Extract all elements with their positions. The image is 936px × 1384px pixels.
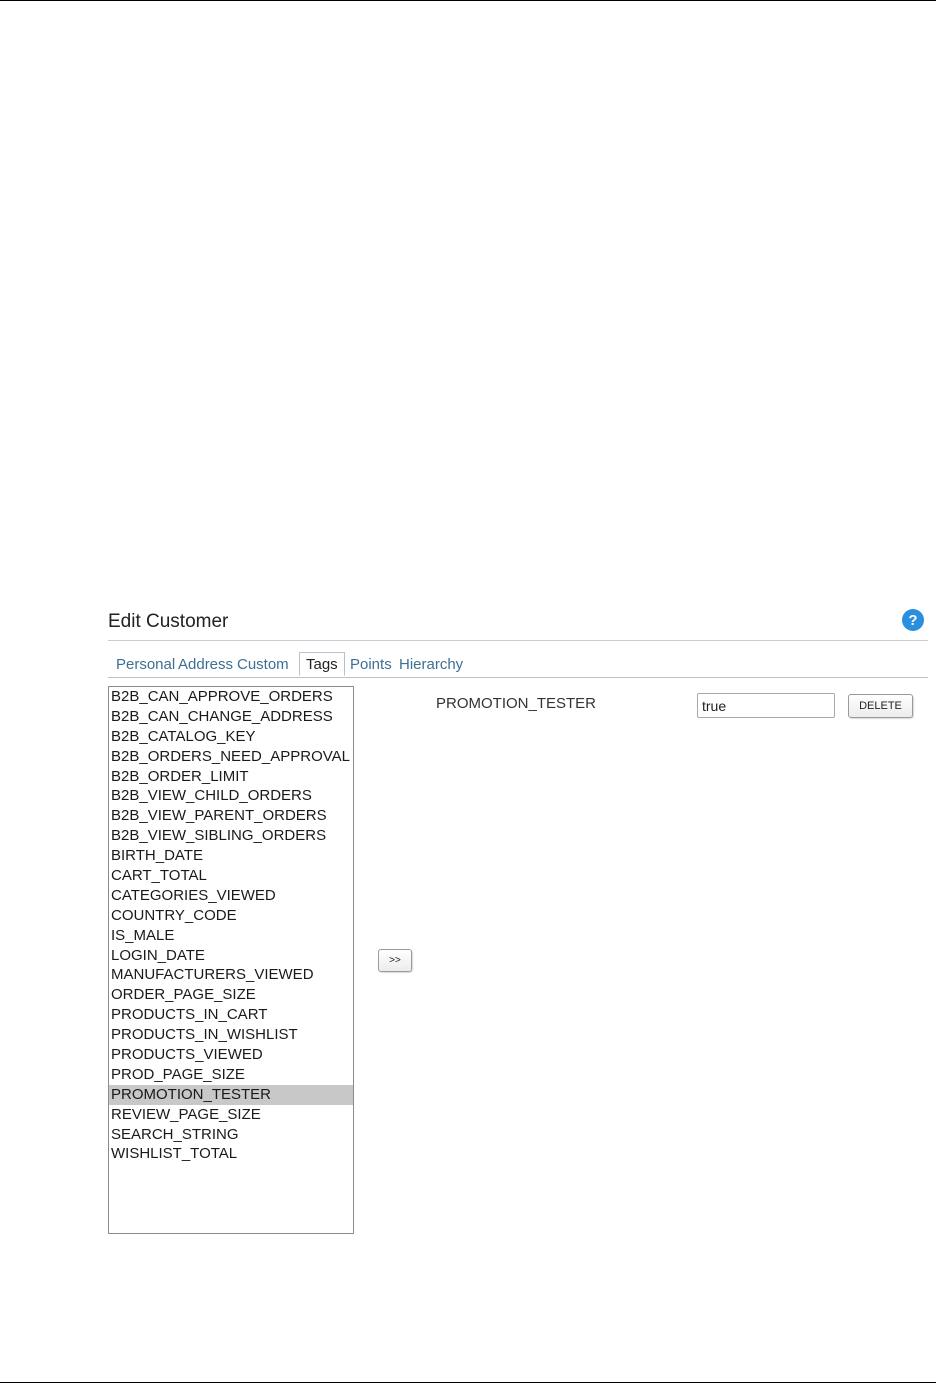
tab-tags[interactable]: Tags xyxy=(299,652,345,676)
tag-list-item[interactable]: PRODUCTS_IN_CART xyxy=(109,1005,353,1025)
tag-list-item[interactable]: B2B_ORDER_LIMIT xyxy=(109,767,353,787)
tag-list-item[interactable]: CATEGORIES_VIEWED xyxy=(109,886,353,906)
tag-list-item[interactable]: WISHLIST_TOTAL xyxy=(109,1144,353,1164)
tag-list-item[interactable]: PROMOTION_TESTER xyxy=(109,1084,353,1105)
tag-list-item[interactable]: B2B_CAN_CHANGE_ADDRESS xyxy=(109,707,353,727)
tab-hierarchy[interactable]: Hierarchy xyxy=(399,656,463,673)
tab-personal[interactable]: Personal xyxy=(116,656,175,673)
tab-bar: Personal Address Custom Tags Points Hier… xyxy=(108,652,928,678)
tag-list-item[interactable]: PROD_PAGE_SIZE xyxy=(109,1065,353,1085)
title-divider xyxy=(108,640,928,641)
page-title: Edit Customer xyxy=(108,611,229,632)
add-tag-button[interactable]: >> xyxy=(378,949,412,972)
tag-list-item[interactable]: CART_TOTAL xyxy=(109,866,353,886)
tag-list-item[interactable]: MANUFACTURERS_VIEWED xyxy=(109,965,353,985)
tag-list-item[interactable]: REVIEW_PAGE_SIZE xyxy=(109,1105,353,1125)
tab-address[interactable]: Address xyxy=(178,656,233,673)
tag-list-item[interactable]: B2B_VIEW_PARENT_ORDERS xyxy=(109,806,353,826)
page-top-rule xyxy=(0,0,936,1)
tag-list-item[interactable]: B2B_VIEW_CHILD_ORDERS xyxy=(109,786,353,806)
tag-list-item[interactable]: B2B_ORDERS_NEED_APPROVAL xyxy=(109,747,353,767)
tab-custom[interactable]: Custom xyxy=(237,656,289,673)
help-icon[interactable]: ? xyxy=(902,609,924,631)
page-bottom-rule xyxy=(0,1382,936,1383)
tag-list-item[interactable]: PRODUCTS_IN_WISHLIST xyxy=(109,1025,353,1045)
tag-list-item[interactable]: B2B_VIEW_SIBLING_ORDERS xyxy=(109,826,353,846)
assigned-tag-name: PROMOTION_TESTER xyxy=(436,695,597,712)
tab-points[interactable]: Points xyxy=(350,656,392,673)
tag-list-item[interactable]: B2B_CATALOG_KEY xyxy=(109,727,353,747)
available-tags-list[interactable]: B2B_CAN_APPROVE_ORDERS B2B_CAN_CHANGE_ADD… xyxy=(108,686,354,1234)
tag-list-item[interactable]: LOGIN_DATE xyxy=(109,946,353,966)
tag-list-item[interactable]: BIRTH_DATE xyxy=(109,846,353,866)
tag-list-item[interactable]: B2B_CAN_APPROVE_ORDERS xyxy=(109,687,353,707)
tag-list-item[interactable]: COUNTRY_CODE xyxy=(109,906,353,926)
tag-list-item[interactable]: SEARCH_STRING xyxy=(109,1125,353,1145)
tag-list-item[interactable]: PRODUCTS_VIEWED xyxy=(109,1045,353,1065)
tag-list-item[interactable]: ORDER_PAGE_SIZE xyxy=(109,985,353,1005)
tag-list-item[interactable]: IS_MALE xyxy=(109,926,353,946)
tag-value-input[interactable] xyxy=(697,693,835,718)
delete-tag-button[interactable]: DELETE xyxy=(848,694,913,718)
